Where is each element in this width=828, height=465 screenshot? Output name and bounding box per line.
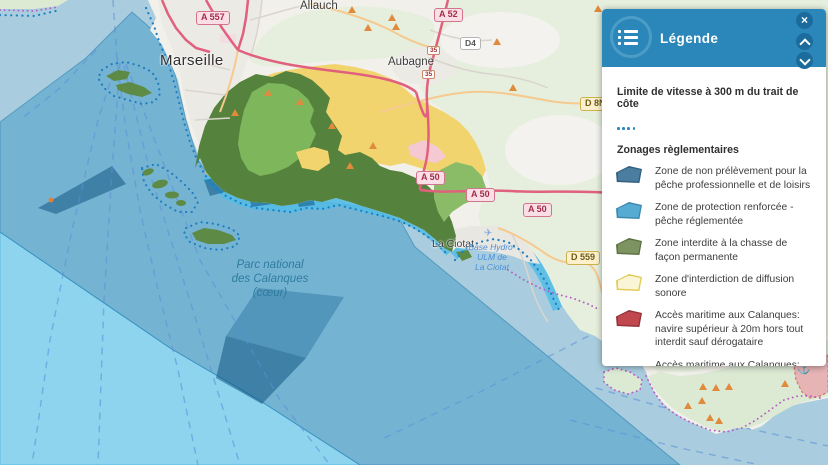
legend-panel: Légende × Limite de vitesse à 300 m du t…: [602, 9, 826, 366]
collapse-button[interactable]: [796, 33, 813, 50]
exit-badge-35a: 35: [427, 46, 440, 55]
legend-body: Limite de vitesse à 300 m du trait de cô…: [602, 67, 826, 366]
legend-item: Zone interdite à la chasse de façon perm…: [616, 237, 812, 264]
legend-title: Légende: [660, 31, 718, 46]
shield-d559: D 559: [566, 251, 600, 265]
legend-item-label: Zone d'interdiction de diffusion sonore: [655, 273, 812, 300]
legend-item: Zone de non prélèvement pour la pêche pr…: [616, 165, 812, 192]
shield-a50-3: A 50: [523, 203, 552, 217]
zone-swatch: [616, 310, 642, 327]
buoy-marker: [49, 198, 54, 203]
shield-d4: D4: [460, 37, 481, 50]
legend-item-label: Zone de protection renforcée - pêche rég…: [655, 201, 812, 228]
expand-button[interactable]: [796, 52, 813, 69]
legend-menu-button[interactable]: [610, 16, 652, 58]
speed-limit-heading: Limite de vitesse à 300 m du trait de cô…: [617, 86, 812, 110]
legend-item: Zone d'interdiction de diffusion sonore: [616, 273, 812, 300]
chevron-up-icon: [799, 38, 810, 49]
legend-item: Zone de protection renforcée - pêche rég…: [616, 201, 812, 228]
legend-item: Accès maritime aux Calanques:: [616, 359, 812, 367]
shield-a52: A 52: [434, 8, 463, 22]
legend-item-label: Zone de non prélèvement pour la pêche pr…: [655, 165, 812, 192]
exit-badge-35b: 35: [422, 70, 435, 79]
zone-swatch: [616, 274, 642, 291]
legend-item: Accès maritime aux Calanques: navire sup…: [616, 309, 812, 350]
legend-item-label: Zone interdite à la chasse de façon perm…: [655, 237, 812, 264]
zone-swatch: [616, 202, 642, 219]
legend-item-label: Accès maritime aux Calanques:: [655, 359, 800, 367]
zone-swatch: [616, 166, 642, 183]
shield-a50-1: A 50: [416, 171, 445, 185]
zone-swatch: [616, 238, 642, 255]
map-application: Marseille Allauch Aubagne La Ciotat Parc…: [0, 0, 828, 465]
legend-item-label: Accès maritime aux Calanques: navire sup…: [655, 309, 812, 350]
shield-a557: A 557: [196, 11, 230, 25]
zonages-heading: Zonages règlementaires: [617, 144, 812, 156]
close-button[interactable]: ×: [796, 12, 813, 29]
close-icon: ×: [796, 12, 813, 28]
chevron-down-icon: [799, 54, 810, 65]
shield-a50-2: A 50: [466, 188, 495, 202]
legend-header: Légende ×: [602, 9, 826, 67]
speed-limit-symbol: [617, 127, 812, 131]
